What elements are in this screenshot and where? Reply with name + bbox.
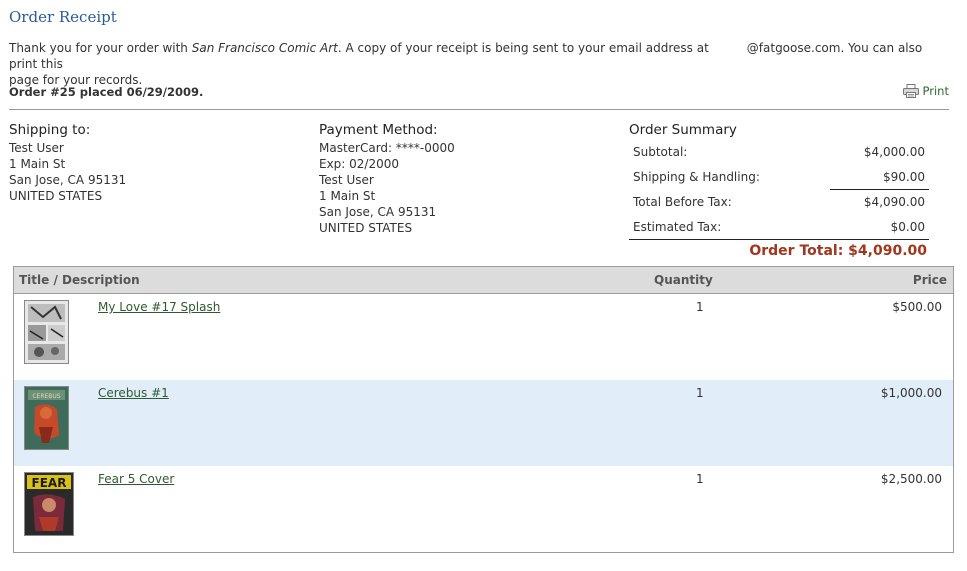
svg-text:CEREBUS: CEREBUS (32, 393, 60, 400)
item-link[interactable]: Cerebus #1 (98, 386, 169, 400)
column-header-quantity: Quantity (654, 273, 713, 287)
shipping-city: San Jose, CA 95131 (9, 173, 127, 187)
summary-divider-full (629, 239, 929, 240)
column-header-title: Title / Description (19, 273, 140, 287)
billing-name: Test User (319, 173, 374, 187)
summary-row-shipping: Shipping & Handling: $90.00 (629, 165, 929, 190)
item-thumbnail[interactable] (24, 300, 69, 364)
print-button[interactable]: Print (902, 84, 949, 98)
item-thumbnail[interactable]: FEAR (24, 472, 74, 536)
shipping-name: Test User (9, 141, 64, 155)
summary-value: $90.00 (883, 169, 925, 184)
summary-label: Subtotal: (633, 145, 688, 160)
summary-label: Shipping & Handling: (633, 169, 760, 184)
item-link[interactable]: My Love #17 Splash (98, 300, 220, 314)
payment-heading: Payment Method: (319, 122, 438, 138)
table-row: CEREBUS Cerebus #1 1 $1,000.00 (14, 380, 953, 466)
item-price: $500.00 (892, 300, 942, 314)
message-post: . A copy of your receipt is being sent t… (337, 41, 709, 55)
summary-row-tax: Estimated Tax: $0.00 (629, 215, 929, 240)
item-price: $1,000.00 (880, 386, 942, 400)
message-pre: Thank you for your order with (9, 41, 192, 55)
item-quantity: 1 (696, 472, 704, 486)
printer-icon (902, 84, 919, 98)
store-name: San Francisco Comic Art (191, 41, 338, 55)
shipping-street: 1 Main St (9, 157, 66, 171)
print-label: Print (922, 84, 949, 98)
billing-city: San Jose, CA 95131 (319, 205, 437, 219)
summary-row-subtotal: Subtotal: $4,000.00 (629, 140, 929, 165)
summary-table: Subtotal: $4,000.00 Shipping & Handling:… (629, 140, 929, 259)
table-row: FEAR Fear 5 Cover 1 $2,500.00 (14, 466, 953, 552)
payment-exp: Exp: 02/2000 (319, 157, 400, 171)
summary-label: Total Before Tax: (633, 195, 732, 210)
summary-row-before-tax: Total Before Tax: $4,090.00 (629, 190, 929, 215)
items-header: Title / Description Quantity Price (14, 267, 953, 294)
payment-section: Payment Method: MasterCard: ****-0000 Ex… (319, 122, 599, 236)
shipping-section: Shipping to: Test User 1 Main St San Jos… (9, 122, 289, 204)
payment-card: MasterCard: ****-0000 (319, 141, 455, 155)
page-title: Order Receipt (9, 8, 117, 26)
shipping-heading: Shipping to: (9, 122, 91, 138)
summary-value: $4,090.00 (863, 195, 925, 210)
item-price: $2,500.00 (880, 472, 942, 486)
thank-you-message: Thank you for your order with San Franci… (9, 40, 949, 88)
table-row: My Love #17 Splash 1 $500.00 (14, 294, 953, 380)
order-summary-section: Order Summary Subtotal: $4,000.00 Shippi… (629, 122, 929, 259)
item-quantity: 1 (696, 300, 704, 314)
item-quantity: 1 (696, 386, 704, 400)
svg-text:FEAR: FEAR (32, 476, 67, 490)
billing-street: 1 Main St (319, 189, 376, 203)
order-items-table: Title / Description Quantity Price My Lo… (13, 266, 954, 553)
summary-label: Estimated Tax: (633, 219, 722, 234)
summary-value: $4,000.00 (863, 145, 925, 160)
header-divider (9, 109, 949, 110)
order-total: Order Total: $4,090.00 (749, 243, 927, 259)
shipping-country: UNITED STATES (9, 189, 103, 203)
billing-country: UNITED STATES (319, 221, 413, 235)
item-link[interactable]: Fear 5 Cover (98, 472, 174, 486)
summary-heading: Order Summary (629, 122, 737, 138)
item-thumbnail[interactable]: CEREBUS (24, 386, 69, 450)
summary-value: $0.00 (890, 219, 925, 234)
column-header-price: Price (912, 273, 947, 287)
order-number-heading: Order #25 placed 06/29/2009. (9, 85, 204, 99)
